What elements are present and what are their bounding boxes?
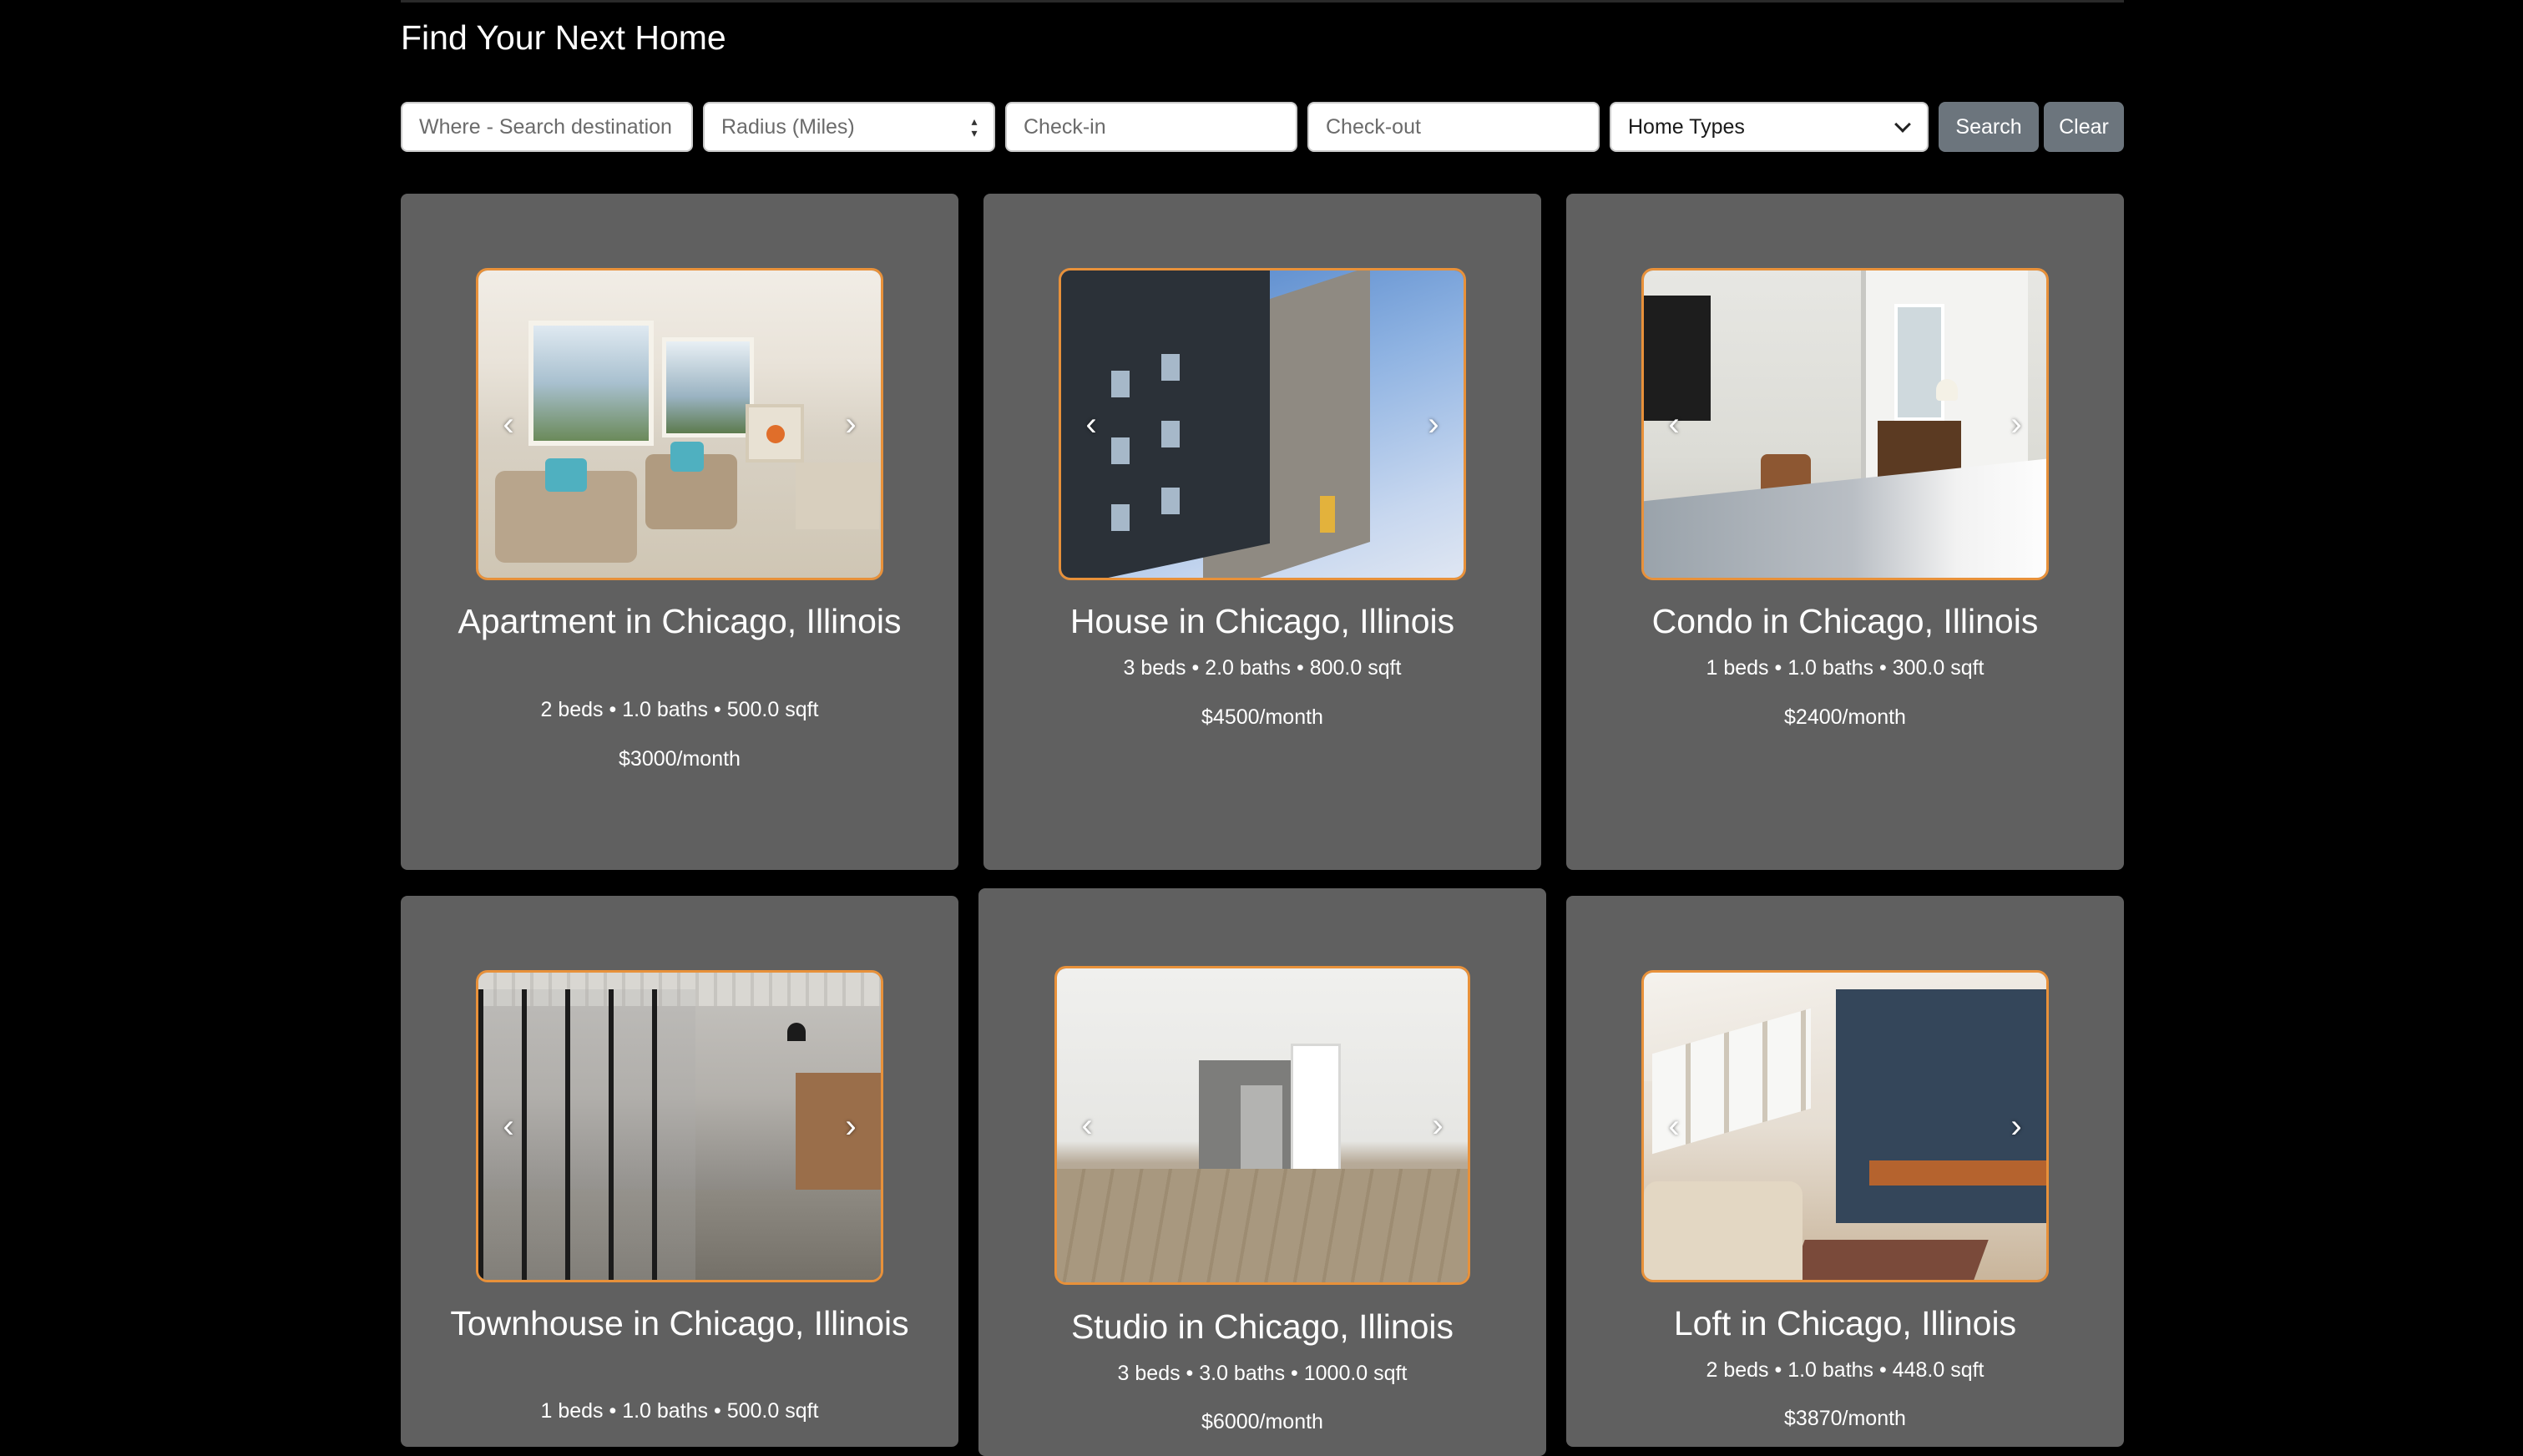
- listing-title: Studio in Chicago, Illinois: [1070, 1307, 1454, 1346]
- chevron-down-icon: [1894, 116, 1911, 133]
- radius-placeholder: Radius (Miles): [721, 115, 855, 139]
- listing-card-studio[interactable]: ‹ › Studio in Chicago, Illinois 3 beds •…: [978, 888, 1546, 1456]
- carousel-next-icon[interactable]: ›: [834, 404, 867, 444]
- carousel-next-icon[interactable]: ›: [1417, 404, 1450, 444]
- carousel-prev-icon[interactable]: ‹: [1657, 404, 1691, 444]
- carousel-prev-icon[interactable]: ‹: [1657, 1106, 1691, 1146]
- listing-image-carousel: ‹ ›: [1054, 966, 1470, 1285]
- radius-input[interactable]: Radius (Miles) ▴ ▾: [703, 102, 995, 152]
- listing-title: House in Chicago, Illinois: [1069, 602, 1455, 640]
- listing-image-carousel: ‹ ›: [476, 970, 883, 1282]
- carousel-prev-icon[interactable]: ‹: [492, 1106, 525, 1146]
- carousel-prev-icon[interactable]: ‹: [1070, 1105, 1104, 1145]
- listing-card-townhouse[interactable]: ‹ › Townhouse in Chicago, Illinois 1 bed…: [401, 896, 958, 1447]
- carousel-next-icon[interactable]: ›: [2000, 404, 2033, 444]
- listing-card-apartment[interactable]: ‹ › Apartment in Chicago, Illinois 2 bed…: [401, 194, 958, 870]
- search-button[interactable]: Search: [1939, 102, 2039, 152]
- studio-kitchen-photo: [1057, 968, 1468, 1282]
- listing-price: $3000/month: [619, 747, 741, 771]
- listing-title: Apartment in Chicago, Illinois: [458, 602, 902, 640]
- listing-price: $2400/month: [1784, 705, 1906, 729]
- stepper-icon[interactable]: ▴ ▾: [968, 115, 980, 140]
- listing-title: Loft in Chicago, Illinois: [1673, 1304, 2017, 1342]
- listing-details: 2 beds • 1.0 baths • 500.0 sqft: [540, 698, 819, 721]
- listing-image-carousel: ‹ ›: [476, 268, 883, 580]
- listing-price: $3870/month: [1784, 1407, 1906, 1430]
- glass-office-photo: [478, 973, 881, 1280]
- carousel-next-icon[interactable]: ›: [1421, 1105, 1454, 1145]
- search-bar: Where - Search destination Radius (Miles…: [401, 102, 2124, 152]
- listing-details: 1 beds • 1.0 baths • 500.0 sqft: [540, 1399, 819, 1423]
- listing-image-carousel: ‹ ›: [1059, 268, 1466, 580]
- listing-price: $4500/month: [1201, 705, 1323, 729]
- listing-image-carousel: ‹ ›: [1641, 268, 2049, 580]
- home-types-selected-value: Home Types: [1628, 115, 1745, 139]
- building-exterior-photo: [1061, 270, 1464, 578]
- listing-details: 1 beds • 1.0 baths • 300.0 sqft: [1706, 656, 1985, 680]
- loft-living-photo: [1644, 973, 2046, 1280]
- clear-button[interactable]: Clear: [2044, 102, 2124, 152]
- page-title: Find Your Next Home: [401, 18, 726, 57]
- where-search-input[interactable]: Where - Search destination: [401, 102, 693, 152]
- bedroom-photo: [1644, 270, 2046, 578]
- listing-details: 3 beds • 2.0 baths • 800.0 sqft: [1123, 656, 1402, 680]
- home-types-select[interactable]: Home Types: [1610, 102, 1929, 152]
- listing-image-carousel: ‹ ›: [1641, 970, 2049, 1282]
- listing-title: Condo in Chicago, Illinois: [1651, 602, 2039, 640]
- listing-price: $6000/month: [1201, 1410, 1323, 1433]
- carousel-next-icon[interactable]: ›: [834, 1106, 867, 1146]
- listing-card-condo[interactable]: ‹ › Condo in Chicago, Illinois 1 beds • …: [1566, 194, 2124, 870]
- carousel-next-icon[interactable]: ›: [2000, 1106, 2033, 1146]
- listing-card-loft[interactable]: ‹ › Loft in Chicago, Illinois 2 beds • 1…: [1566, 896, 2124, 1447]
- check-out-input[interactable]: Check-out: [1307, 102, 1600, 152]
- listing-card-house[interactable]: ‹ › House in Chicago, Illinois 3 beds • …: [983, 194, 1541, 870]
- living-room-photo: [478, 270, 881, 578]
- carousel-prev-icon[interactable]: ‹: [1074, 404, 1108, 444]
- top-divider: [401, 0, 2124, 3]
- check-in-input[interactable]: Check-in: [1005, 102, 1297, 152]
- carousel-prev-icon[interactable]: ‹: [492, 404, 525, 444]
- listing-details: 3 beds • 3.0 baths • 1000.0 sqft: [1117, 1362, 1408, 1385]
- listing-title: Townhouse in Chicago, Illinois: [450, 1304, 909, 1342]
- listing-details: 2 beds • 1.0 baths • 448.0 sqft: [1706, 1358, 1985, 1382]
